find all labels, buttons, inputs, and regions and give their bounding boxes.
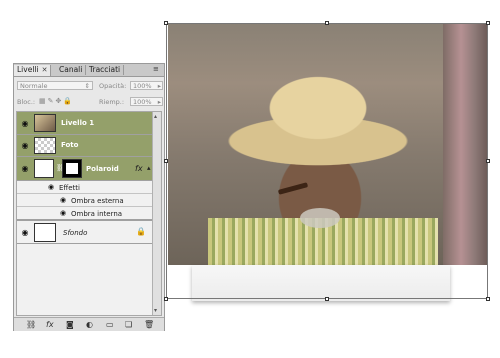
opacity-input[interactable]: 100% ▸ bbox=[130, 81, 163, 90]
layer-thumbnail bbox=[34, 137, 56, 154]
eye-icon[interactable]: ◉ bbox=[19, 228, 31, 237]
layer-thumbnail bbox=[34, 223, 56, 242]
effect-name: Ombra interna bbox=[71, 210, 123, 218]
eye-icon[interactable]: ◉ bbox=[57, 196, 69, 204]
fill-value: 100% bbox=[133, 98, 152, 106]
chevron-right-icon: ▸ bbox=[157, 98, 161, 106]
layers-panel: Livelli ✕ Canali Tracciati ≡ Normale ⇕ Op… bbox=[13, 63, 165, 331]
tab-canali[interactable]: Canali bbox=[56, 65, 87, 75]
blend-row: Normale ⇕ Opacità: 100% ▸ bbox=[17, 81, 163, 92]
fill-input[interactable]: 100% ▸ bbox=[130, 97, 163, 106]
trash-icon[interactable]: 🗑 bbox=[144, 320, 154, 329]
scroll-up-icon[interactable]: ▴ bbox=[154, 113, 157, 120]
opacity-value: 100% bbox=[133, 82, 152, 90]
layer-thumbnail bbox=[34, 114, 56, 132]
add-mask-icon[interactable]: ◙ bbox=[66, 320, 74, 329]
layer-name: Foto bbox=[61, 141, 79, 149]
transform-handle-top-left[interactable] bbox=[164, 21, 168, 25]
tab-livelli-label: Livelli bbox=[17, 65, 39, 74]
layer-name: Polaroid bbox=[86, 165, 119, 173]
layers-list: ◉ Livello 1 ◉ Foto ◉ ⛓ Polaroid fx ▴ ◉ E… bbox=[16, 111, 162, 316]
transform-bounding-box[interactable] bbox=[166, 23, 488, 299]
layers-scrollbar[interactable]: ▴ ▾ bbox=[152, 112, 161, 315]
tab-livelli[interactable]: Livelli ✕ bbox=[14, 65, 52, 76]
layer-name: Livello 1 bbox=[61, 119, 95, 127]
effect-ombra-interna[interactable]: ◉ Ombra interna bbox=[17, 207, 161, 220]
layer-name: Sfondo bbox=[63, 229, 88, 237]
lock-row: Bloc.: ▦✎✥🔒 Riemp.: 100% ▸ bbox=[17, 97, 163, 108]
eye-icon[interactable]: ◉ bbox=[19, 164, 31, 173]
lock-paint-icon[interactable]: ✎ bbox=[48, 97, 56, 105]
blend-mode-select[interactable]: Normale ⇕ bbox=[17, 81, 93, 90]
blend-mode-value: Normale bbox=[20, 82, 48, 90]
effect-name: Ombra esterna bbox=[71, 197, 124, 205]
layer-polaroid[interactable]: ◉ ⛓ Polaroid fx ▴ bbox=[17, 157, 161, 181]
lock-icons[interactable]: ▦✎✥🔒 bbox=[39, 97, 74, 106]
transform-handle-bottom[interactable] bbox=[325, 297, 329, 301]
effects-group[interactable]: ◉ Effetti bbox=[17, 181, 161, 194]
fx-menu-icon[interactable]: fx bbox=[46, 320, 54, 329]
chevron-up-icon[interactable]: ▴ bbox=[147, 164, 151, 172]
link-layers-icon[interactable]: ⛓ bbox=[26, 320, 36, 329]
transform-handle-left[interactable] bbox=[164, 159, 168, 163]
layer-livello-1[interactable]: ◉ Livello 1 bbox=[17, 112, 161, 135]
effect-ombra-esterna[interactable]: ◉ Ombra esterna bbox=[17, 194, 161, 207]
lock-transparency-icon[interactable]: ▦ bbox=[39, 97, 48, 105]
new-group-icon[interactable]: ▭ bbox=[106, 320, 114, 329]
transform-handle-bottom-left[interactable] bbox=[164, 297, 168, 301]
layer-foto[interactable]: ◉ Foto bbox=[17, 135, 161, 157]
panel-menu-icon[interactable]: ≡ bbox=[153, 66, 161, 73]
adjustment-layer-icon[interactable]: ◐ bbox=[86, 320, 93, 329]
fill-label: Riemp.: bbox=[99, 98, 125, 106]
effects-label: Effetti bbox=[59, 184, 80, 192]
transform-handle-top-right[interactable] bbox=[486, 21, 490, 25]
eye-icon[interactable]: ◉ bbox=[19, 119, 31, 128]
tab-tracciati[interactable]: Tracciati bbox=[86, 65, 125, 75]
transform-handle-bottom-right[interactable] bbox=[486, 297, 490, 301]
chevron-down-icon: ⇕ bbox=[84, 82, 90, 90]
close-icon[interactable]: ✕ bbox=[42, 66, 48, 74]
layer-thumbnail bbox=[34, 159, 54, 178]
panel-bottom-bar: ⛓ fx ◙ ◐ ▭ ❏ 🗑 bbox=[14, 317, 164, 331]
opacity-label: Opacità: bbox=[99, 82, 127, 90]
eye-icon[interactable]: ◉ bbox=[57, 209, 69, 217]
scroll-down-icon[interactable]: ▾ bbox=[154, 307, 157, 314]
fx-icon[interactable]: fx bbox=[135, 164, 143, 173]
eye-icon[interactable]: ◉ bbox=[19, 141, 31, 150]
lock-all-icon[interactable]: 🔒 bbox=[63, 97, 74, 105]
panel-tabs: Livelli ✕ Canali Tracciati ≡ bbox=[14, 64, 164, 77]
layer-sfondo[interactable]: ◉ Sfondo 🔒 bbox=[17, 220, 161, 244]
layer-mask-thumbnail bbox=[62, 159, 82, 178]
lock-label: Bloc.: bbox=[17, 98, 36, 106]
new-layer-icon[interactable]: ❏ bbox=[125, 320, 132, 329]
chevron-right-icon: ▸ bbox=[157, 82, 161, 90]
lock-icon: 🔒 bbox=[136, 227, 146, 236]
transform-handle-top[interactable] bbox=[325, 21, 329, 25]
transform-handle-right[interactable] bbox=[486, 159, 490, 163]
eye-icon[interactable]: ◉ bbox=[45, 183, 57, 191]
